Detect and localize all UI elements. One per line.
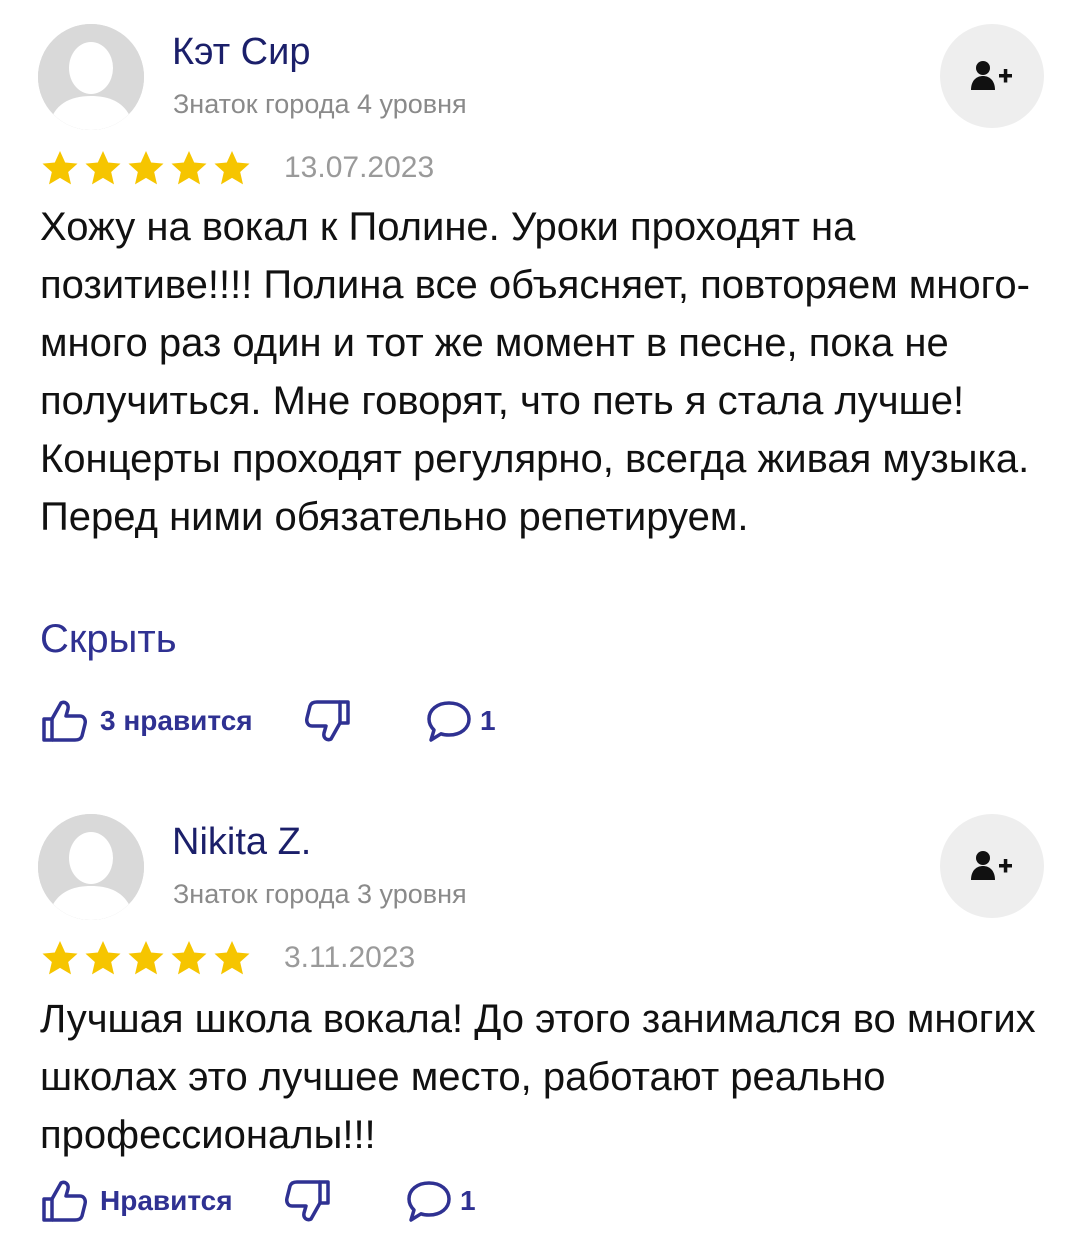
author-name[interactable]: Nikita Z. <box>172 820 311 864</box>
thumbs-up-icon <box>42 1180 87 1222</box>
user-silhouette-icon <box>38 24 144 130</box>
comment-bubble-icon <box>427 701 471 742</box>
like-button[interactable]: 3 нравится <box>40 696 253 746</box>
review-text: Хожу на вокал к Полине. Уроки проходят н… <box>40 205 1030 539</box>
star-icon <box>85 151 121 185</box>
rating-stars <box>40 148 252 188</box>
star-icon <box>85 941 121 975</box>
review-text: Лучшая школа вокала! До этого занимался … <box>40 997 1036 1157</box>
rating-stars <box>40 938 252 978</box>
dislike-button[interactable] <box>282 1176 332 1226</box>
like-label: Нравится <box>100 1185 233 1216</box>
user-silhouette-icon <box>38 814 144 920</box>
comment-count: 1 <box>460 1185 476 1216</box>
comment-button[interactable]: 1 <box>426 696 496 746</box>
star-icon <box>214 151 250 185</box>
author-level: Знаток города 3 уровня <box>173 879 467 909</box>
subscribe-button[interactable] <box>940 24 1044 128</box>
thumbs-up-icon <box>42 700 87 742</box>
thumbs-down-icon <box>285 1180 330 1222</box>
star-icon <box>128 941 164 975</box>
review-date: 3.11.2023 <box>284 941 416 974</box>
comment-button[interactable]: 1 <box>406 1176 476 1226</box>
subscribe-button[interactable] <box>940 814 1044 918</box>
review-date: 13.07.2023 <box>284 151 435 184</box>
review-card: Nikita Z. Знаток города 3 уровня 3.11.20… <box>0 790 1080 1251</box>
star-icon <box>171 941 207 975</box>
review-card: Кэт Сир Знаток города 4 уровня 13.07.202… <box>0 0 1080 780</box>
author-level: Знаток города 4 уровня <box>173 89 467 119</box>
add-user-icon <box>971 851 1012 880</box>
comment-bubble-icon <box>407 1181 451 1222</box>
star-icon <box>42 151 78 185</box>
star-icon <box>128 151 164 185</box>
star-icon <box>42 941 78 975</box>
star-icon <box>171 151 207 185</box>
author-name[interactable]: Кэт Сир <box>172 30 310 74</box>
avatar[interactable] <box>38 814 144 920</box>
collapse-link[interactable]: Скрыть <box>40 610 177 668</box>
like-button[interactable]: Нравится <box>40 1176 233 1226</box>
add-user-icon <box>971 61 1012 90</box>
dislike-button[interactable] <box>302 696 352 746</box>
thumbs-down-icon <box>305 700 350 742</box>
star-icon <box>214 941 250 975</box>
like-label: 3 нравится <box>100 705 253 736</box>
avatar[interactable] <box>38 24 144 130</box>
comment-count: 1 <box>480 705 496 736</box>
